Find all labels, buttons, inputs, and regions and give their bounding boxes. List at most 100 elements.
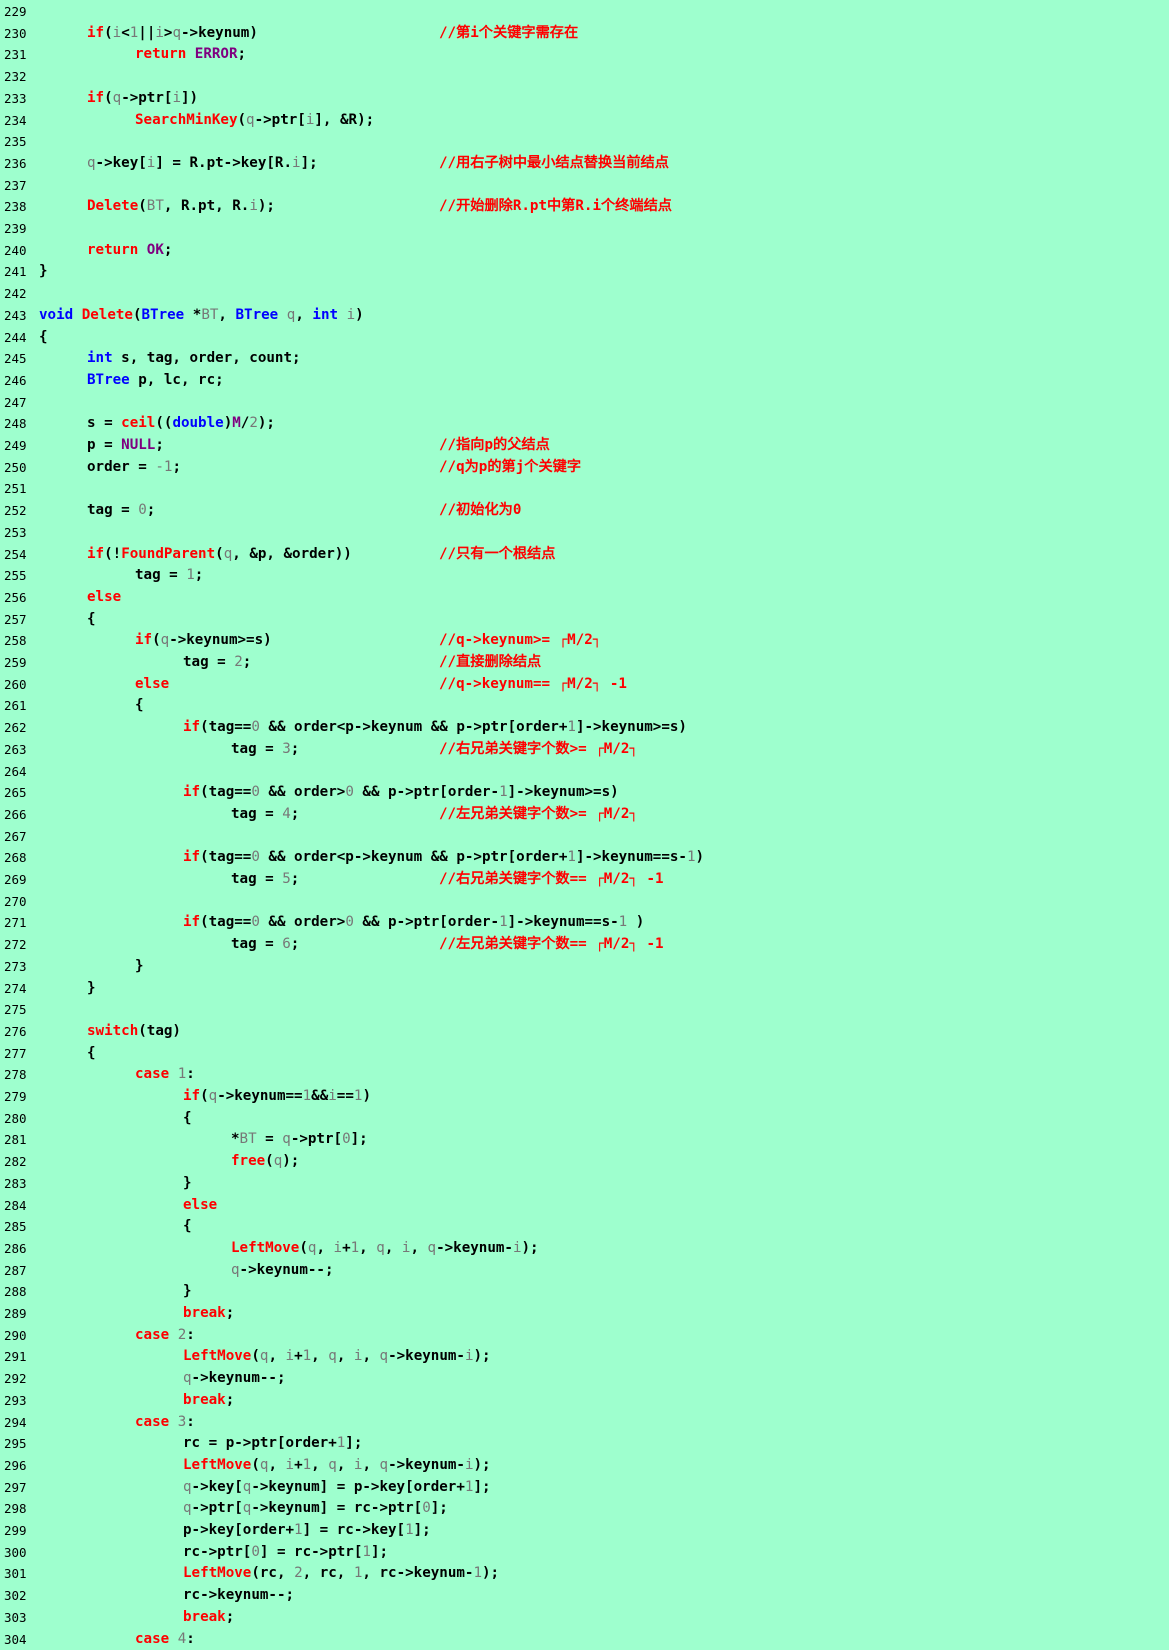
line-number: 232	[4, 66, 38, 88]
code-token: )	[362, 1088, 371, 1104]
line-number: 304	[4, 1629, 38, 1650]
code-token: (	[138, 198, 147, 214]
code-token: && order<p->keynum && p->ptr[order+	[260, 849, 568, 865]
line-number: 274	[4, 978, 38, 1000]
code-token: i	[286, 1348, 295, 1364]
line-number: 231	[4, 44, 38, 66]
code-text: tag = 1;	[135, 565, 203, 587]
code-text: tag = 3;	[231, 739, 299, 761]
code-text: if(!FoundParent(q, &p, &order))	[87, 544, 352, 566]
code-token	[73, 307, 82, 323]
code-token: 1	[362, 1544, 371, 1560]
code-token: 0	[251, 784, 260, 800]
code-token: 0	[251, 914, 260, 930]
line-number: 249	[4, 435, 38, 457]
code-text: if(i<1||i>q->keynum)	[87, 23, 258, 45]
code-token: i	[513, 1240, 522, 1256]
line-number: 283	[4, 1173, 38, 1195]
code-token: ,	[362, 1348, 379, 1364]
code-token: , R.pt, R.	[164, 198, 249, 214]
code-token: if	[87, 90, 104, 106]
line-number: 272	[4, 934, 38, 956]
code-token: (	[238, 112, 247, 128]
code-token: ;	[291, 806, 300, 822]
line-number: 257	[4, 609, 38, 631]
code-text: return ERROR;	[135, 44, 246, 66]
code-token: 1	[619, 914, 628, 930]
line-number: 259	[4, 652, 38, 674]
line-number: 293	[4, 1390, 38, 1412]
code-token: ->keynum-	[436, 1240, 513, 1256]
code-token: free	[231, 1153, 265, 1169]
line-number: 229	[4, 1, 38, 23]
code-token: q	[183, 1370, 192, 1386]
code-token: break	[183, 1305, 226, 1321]
code-token: 3	[282, 741, 291, 757]
code-token: 1	[294, 1522, 303, 1538]
code-token: {	[87, 1045, 96, 1061]
code-text: else	[135, 674, 169, 696]
code-text: s = ceil((double)M/2);	[87, 413, 275, 435]
code-token: case	[135, 1066, 169, 1082]
code-token: );	[258, 198, 275, 214]
code-token: );	[522, 1240, 539, 1256]
code-token: BT	[147, 198, 164, 214]
code-text: int s, tag, order, count;	[87, 348, 301, 370]
line-number: 294	[4, 1412, 38, 1434]
code-token: ->keynum-	[388, 1348, 465, 1364]
line-number: 262	[4, 717, 38, 739]
code-token: i	[292, 155, 301, 171]
code-token: i	[465, 1457, 474, 1473]
code-token: &&	[311, 1088, 328, 1104]
code-editor[interactable]: 229230if(i<1||i>q->keynum)//第i个关键字需存在231…	[0, 0, 1169, 1649]
code-text: {	[87, 1043, 96, 1065]
code-token: ;	[243, 654, 252, 670]
code-token: <	[121, 25, 130, 41]
code-token: case	[135, 1327, 169, 1343]
code-token: q	[328, 1457, 337, 1473]
code-token: Delete	[82, 307, 133, 323]
code-token	[169, 1414, 178, 1430]
line-number: 289	[4, 1303, 38, 1325]
code-token: ==	[337, 1088, 354, 1104]
code-text: void Delete(BTree *BT, BTree q, int i)	[39, 305, 364, 327]
line-number: 238	[4, 196, 38, 218]
code-token: ;	[147, 502, 156, 518]
code-token: return	[87, 242, 138, 258]
code-text: }	[183, 1281, 192, 1303]
code-token: q	[161, 632, 170, 648]
line-number: 270	[4, 891, 38, 913]
code-token: q	[224, 546, 233, 562]
line-number: 251	[4, 478, 38, 500]
code-token: Delete	[87, 198, 138, 214]
line-number: 233	[4, 88, 38, 110]
code-text: *BT = q->ptr[0];	[231, 1129, 368, 1151]
code-token: ->ptr[	[291, 1131, 342, 1147]
code-token: ,	[359, 1240, 376, 1256]
code-token: ->key[	[96, 155, 147, 171]
code-token: :	[186, 1631, 195, 1647]
code-comment: //右兄弟关键字个数>= ┌M/2┐	[439, 739, 638, 761]
code-token: );	[482, 1565, 499, 1581]
line-number: 235	[4, 131, 38, 153]
code-token: 2	[249, 415, 258, 431]
code-token: 1	[337, 1435, 346, 1451]
code-token: q	[246, 112, 255, 128]
code-token: ->keynum)	[181, 25, 258, 41]
code-token: BT	[201, 307, 218, 323]
code-token: (	[104, 90, 113, 106]
line-number: 243	[4, 305, 38, 327]
code-comment: //用右子树中最小结点替换当前结点	[439, 153, 669, 175]
code-token: ];	[371, 1544, 388, 1560]
code-text: rc->keynum--;	[183, 1585, 294, 1607]
code-token: switch	[87, 1023, 138, 1039]
code-token	[338, 307, 347, 323]
code-token: ;	[238, 46, 247, 62]
code-token: ,	[268, 1457, 285, 1473]
code-comment: //左兄弟关键字个数== ┌M/2┐ -1	[439, 934, 664, 956]
code-text: q->key[q->keynum] = p->key[order+1];	[183, 1477, 491, 1499]
code-token: i	[249, 198, 258, 214]
code-token: int	[87, 350, 113, 366]
code-text: if(q->keynum==1&&i==1)	[183, 1086, 371, 1108]
line-number: 297	[4, 1477, 38, 1499]
